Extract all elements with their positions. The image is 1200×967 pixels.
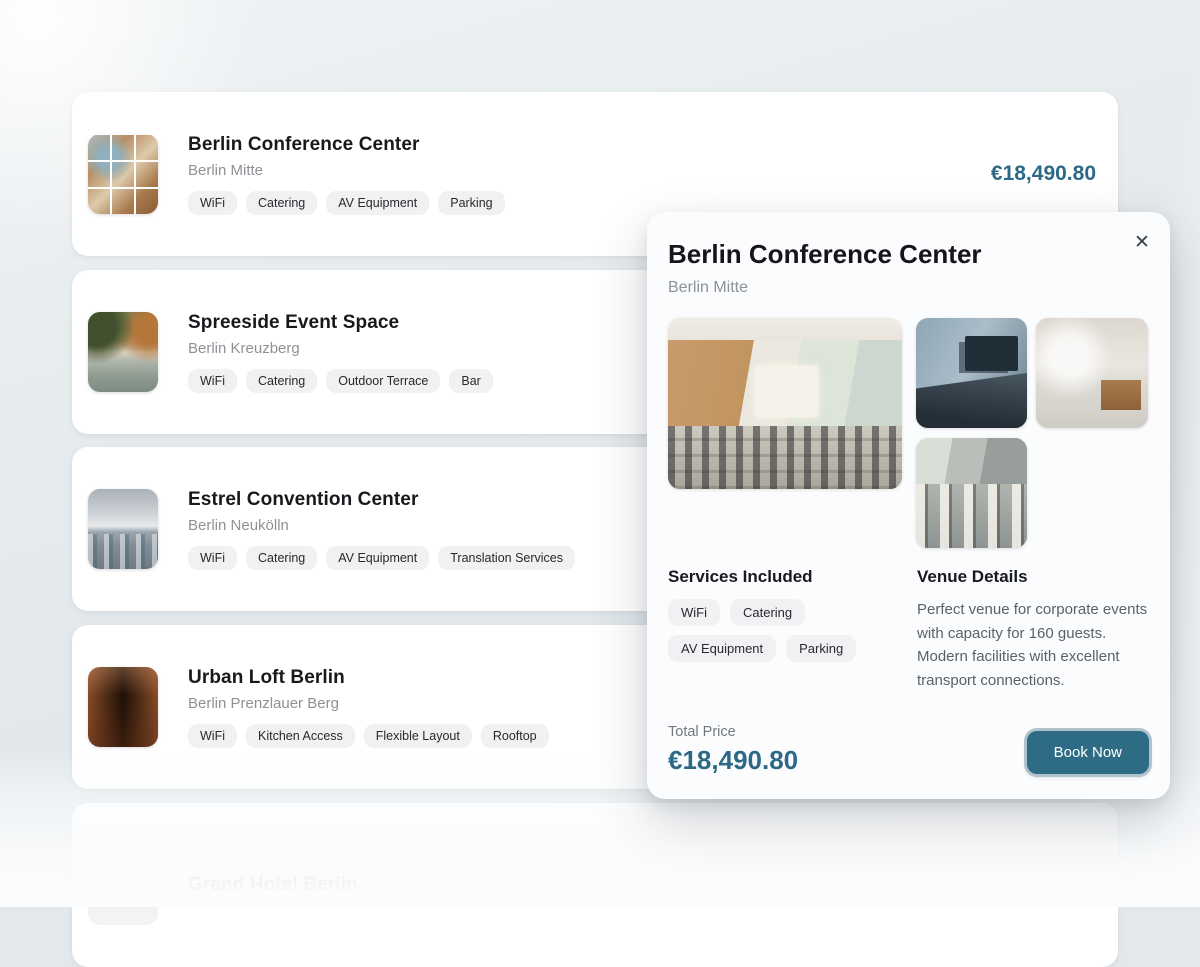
venue-name: Spreeside Event Space (188, 312, 493, 334)
modal-subtitle: Berlin Mitte (668, 278, 1149, 298)
venue-detail-modal: ✕ Berlin Conference Center Berlin Mitte … (647, 212, 1170, 799)
venue-details-section: Venue Details Perfect venue for corporat… (917, 567, 1149, 692)
venue-name: Estrel Convention Center (188, 489, 575, 511)
venue-tag: Catering (246, 369, 317, 393)
service-chip: WiFi (668, 599, 720, 626)
venue-tag: Rooftop (481, 724, 549, 748)
total-price-label: Total Price (668, 724, 798, 740)
total-price-value: €18,490.80 (668, 745, 798, 776)
venue-thumbnail-photo (88, 667, 158, 747)
modal-title: Berlin Conference Center (668, 238, 1149, 270)
venue-tag: WiFi (188, 191, 237, 215)
services-heading: Services Included (668, 567, 902, 587)
venue-tag: AV Equipment (326, 546, 429, 570)
venue-tag-row: WiFi Catering AV Equipment Translation S… (188, 546, 575, 570)
venue-tag: Catering (246, 546, 317, 570)
venue-tag: Catering (246, 191, 317, 215)
services-chip-list: WiFi Catering AV Equipment Parking (668, 599, 902, 662)
venue-tag: Outdoor Terrace (326, 369, 440, 393)
venue-name: Grand Hotel Berlin (188, 874, 358, 896)
venue-tag: Flexible Layout (364, 724, 472, 748)
venue-tag: Bar (449, 369, 492, 393)
venue-location: Berlin Kreuzberg (188, 340, 493, 357)
close-icon[interactable]: ✕ (1127, 228, 1157, 258)
venue-card-body: Estrel Convention Center Berlin Neukölln… (188, 489, 575, 570)
venue-location: Berlin Mitte (188, 162, 505, 179)
price-block: Total Price €18,490.80 (668, 724, 798, 776)
venue-card-body: Berlin Conference Center Berlin Mitte Wi… (188, 134, 505, 215)
venue-card-body: Spreeside Event Space Berlin Kreuzberg W… (188, 312, 493, 393)
venue-tag-row: WiFi Catering AV Equipment Parking (188, 191, 505, 215)
venue-thumbnail-photo (88, 489, 158, 569)
venue-tag-row: WiFi Kitchen Access Flexible Layout Roof… (188, 724, 549, 748)
book-now-button[interactable]: Book Now (1027, 731, 1149, 774)
venue-card[interactable]: Grand Hotel Berlin (72, 803, 1118, 967)
venue-details-heading: Venue Details (917, 567, 1149, 587)
venue-location: Berlin Prenzlauer Berg (188, 695, 549, 712)
venue-card-body: Urban Loft Berlin Berlin Prenzlauer Berg… (188, 667, 549, 748)
venue-thumbnail-photo (88, 134, 158, 214)
venue-details-text: Perfect venue for corporate events with … (917, 598, 1149, 692)
service-chip: Parking (786, 635, 856, 662)
modal-footer: Total Price €18,490.80 Book Now (668, 724, 1149, 776)
venue-tag: WiFi (188, 546, 237, 570)
venue-tag: WiFi (188, 369, 237, 393)
venue-photo-restaurant (916, 438, 1027, 548)
venue-thumbnail-photo (88, 845, 158, 925)
services-section: Services Included WiFi Catering AV Equip… (668, 567, 902, 692)
venue-tag: AV Equipment (326, 191, 429, 215)
venue-name: Berlin Conference Center (188, 134, 505, 156)
service-chip: AV Equipment (668, 635, 776, 662)
photo-gallery (668, 318, 1149, 548)
venue-price: €18,490.80 (991, 162, 1096, 186)
venue-tag: Translation Services (438, 546, 575, 570)
venue-thumbnail-photo (88, 312, 158, 392)
venue-name: Urban Loft Berlin (188, 667, 549, 689)
photo-grid (916, 318, 1148, 548)
venue-tag: WiFi (188, 724, 237, 748)
venue-tag-row: WiFi Catering Outdoor Terrace Bar (188, 369, 493, 393)
modal-sections: Services Included WiFi Catering AV Equip… (668, 567, 1149, 692)
venue-photo-lobby (1036, 318, 1148, 428)
venue-photo-main (668, 318, 902, 489)
venue-card-body: Grand Hotel Berlin (188, 874, 358, 896)
venue-location: Berlin Neukölln (188, 517, 575, 534)
service-chip: Catering (730, 599, 805, 626)
venue-photo-meeting-room (916, 318, 1027, 428)
venue-tag: Parking (438, 191, 504, 215)
venue-tag: Kitchen Access (246, 724, 355, 748)
